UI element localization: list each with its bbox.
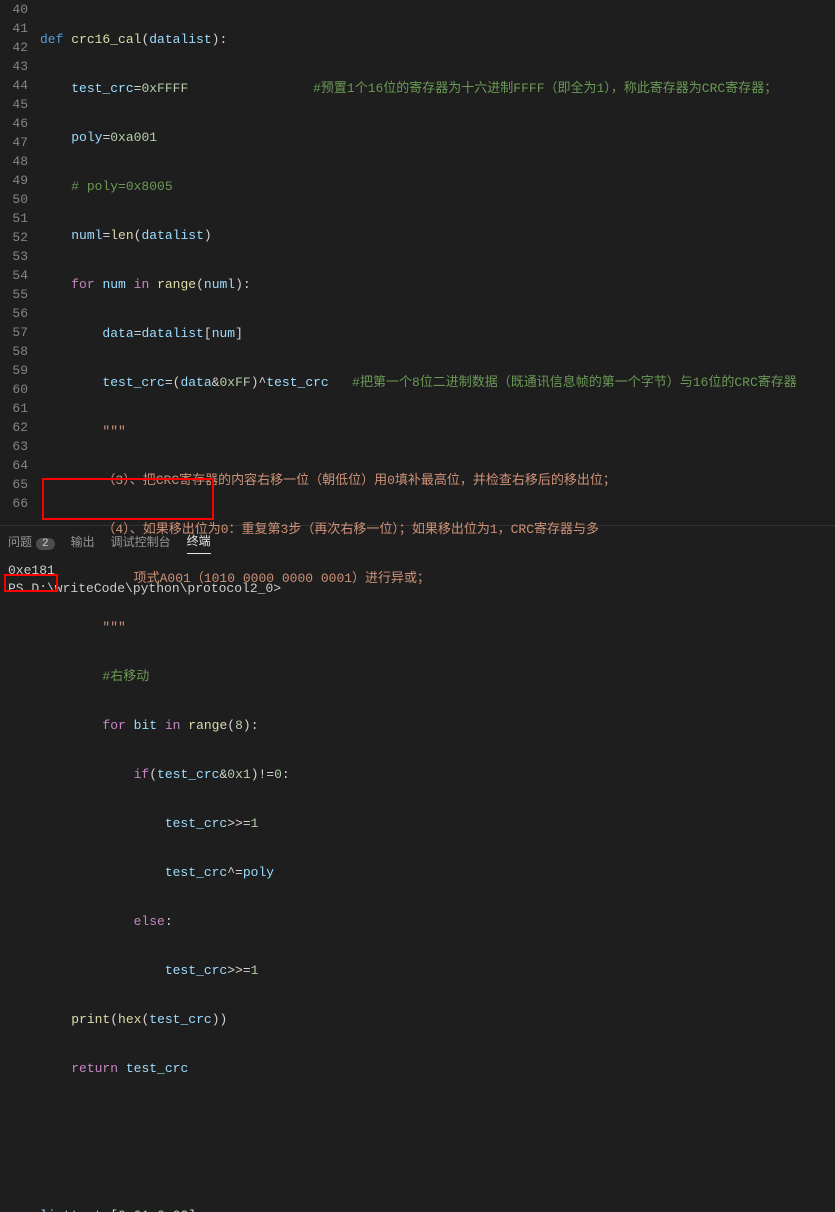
problems-badge: 2: [36, 538, 55, 550]
code-line[interactable]: """: [40, 422, 835, 441]
line-number: 65: [0, 475, 28, 494]
line-number: 43: [0, 57, 28, 76]
code-line[interactable]: test_crc=0xFFFF #预置1个16位的寄存器为十六进制FFFF（即全…: [40, 79, 835, 98]
line-number: 49: [0, 171, 28, 190]
tab-debug[interactable]: 调试控制台: [111, 533, 171, 554]
line-number: 41: [0, 19, 28, 38]
tab-problems[interactable]: 问题 2: [8, 533, 55, 554]
line-number: 46: [0, 114, 28, 133]
code-line[interactable]: listtest=[0x01,0x02]: [40, 1206, 835, 1212]
line-number: 58: [0, 342, 28, 361]
code-editor[interactable]: 40 41 42 43 44 45 46 47 48 49 50 51 52 5…: [0, 0, 835, 525]
line-number: 52: [0, 228, 28, 247]
code-line[interactable]: data=datalist[num]: [40, 324, 835, 343]
line-number: 40: [0, 0, 28, 19]
line-number: 55: [0, 285, 28, 304]
code-line[interactable]: else:: [40, 912, 835, 931]
line-number: 61: [0, 399, 28, 418]
line-number: 54: [0, 266, 28, 285]
code-line[interactable]: [40, 1108, 835, 1127]
line-number: 48: [0, 152, 28, 171]
line-number: 53: [0, 247, 28, 266]
code-line[interactable]: test_crc>>=1: [40, 961, 835, 980]
code-line[interactable]: （3）、把CRC寄存器的内容右移一位（朝低位）用0填补最高位，并检查右移后的移出…: [40, 471, 835, 490]
code-content[interactable]: def crc16_cal(datalist): test_crc=0xFFFF…: [40, 0, 835, 525]
line-number: 50: [0, 190, 28, 209]
line-number: 57: [0, 323, 28, 342]
code-line[interactable]: poly=0xa001: [40, 128, 835, 147]
code-line[interactable]: """: [40, 618, 835, 637]
line-number: 59: [0, 361, 28, 380]
line-number: 66: [0, 494, 28, 513]
line-number: 62: [0, 418, 28, 437]
code-line[interactable]: test_crc^=poly: [40, 863, 835, 882]
code-line[interactable]: if(test_crc&0x1)!=0:: [40, 765, 835, 784]
code-line[interactable]: for bit in range(8):: [40, 716, 835, 735]
code-line[interactable]: test_crc>>=1: [40, 814, 835, 833]
line-number: 63: [0, 437, 28, 456]
code-line[interactable]: [40, 1157, 835, 1176]
code-line[interactable]: def crc16_cal(datalist):: [40, 30, 835, 49]
code-line[interactable]: return test_crc: [40, 1059, 835, 1078]
tab-output[interactable]: 输出: [71, 533, 95, 554]
tab-terminal[interactable]: 终端: [187, 532, 211, 554]
code-line[interactable]: test_crc=(data&0xFF)^test_crc #把第一个8位二进制…: [40, 373, 835, 392]
code-line[interactable]: print(hex(test_crc)): [40, 1010, 835, 1029]
line-number: 56: [0, 304, 28, 323]
line-number: 51: [0, 209, 28, 228]
tab-label: 问题: [8, 536, 32, 550]
line-number: 47: [0, 133, 28, 152]
line-number: 45: [0, 95, 28, 114]
line-gutter: 40 41 42 43 44 45 46 47 48 49 50 51 52 5…: [0, 0, 40, 525]
code-line[interactable]: # poly=0x8005: [40, 177, 835, 196]
code-line[interactable]: #右移动: [40, 667, 835, 686]
line-number: 60: [0, 380, 28, 399]
line-number: 44: [0, 76, 28, 95]
code-line[interactable]: for num in range(numl):: [40, 275, 835, 294]
line-number: 42: [0, 38, 28, 57]
line-number: 64: [0, 456, 28, 475]
code-line[interactable]: numl=len(datalist): [40, 226, 835, 245]
